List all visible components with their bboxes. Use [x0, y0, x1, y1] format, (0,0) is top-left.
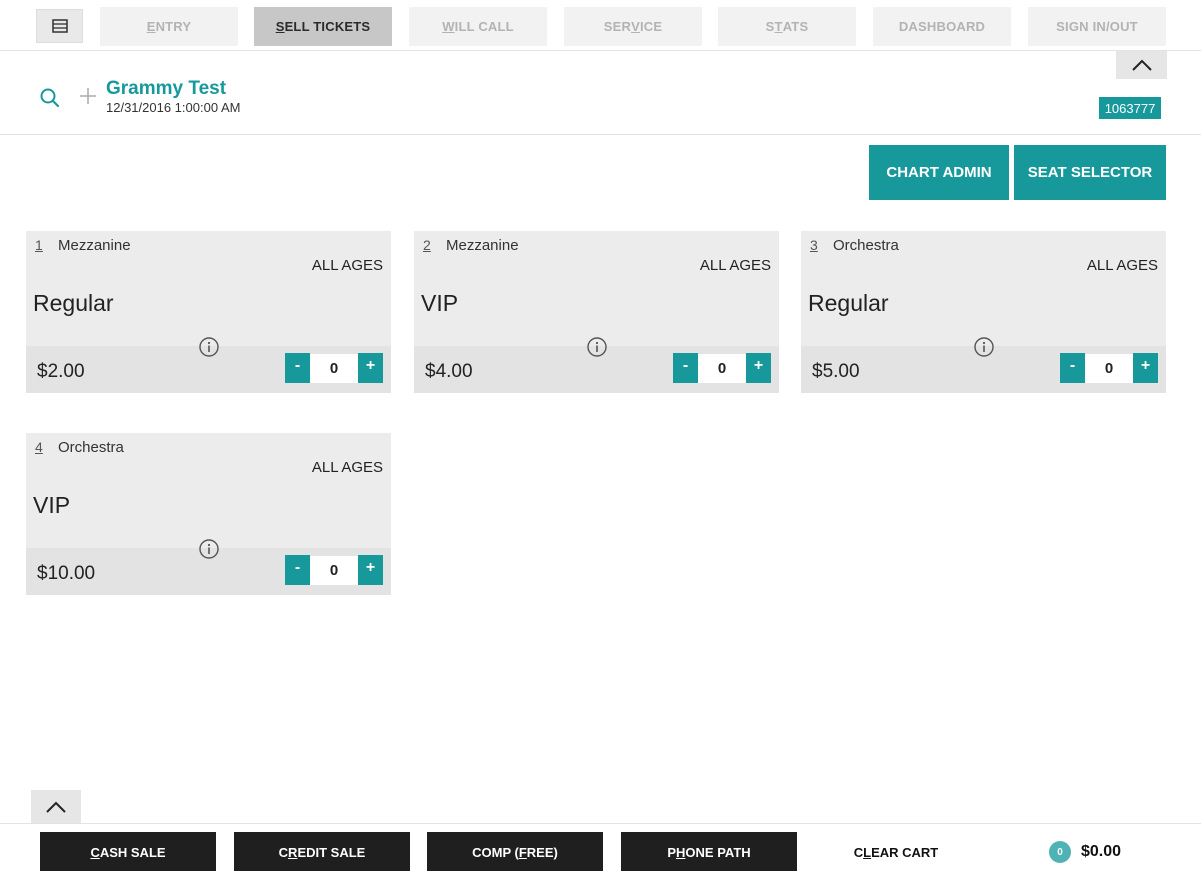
increment-button[interactable]: +	[358, 555, 383, 585]
button-label: P	[667, 844, 677, 860]
tab-hotkey: W	[442, 19, 455, 34]
cash-sale-button[interactable]: C ASH SALE	[40, 832, 216, 871]
menu-icon	[51, 19, 68, 33]
seat-selector-button[interactable]: SEAT SELECTOR	[1014, 145, 1166, 200]
button-label: ONE PATH	[685, 844, 751, 860]
ticket-number[interactable]: 2	[423, 237, 431, 253]
event-id-badge: 1063777	[1099, 97, 1161, 119]
event-title[interactable]: Grammy Test	[106, 78, 226, 100]
ticket-section: Mezzanine	[58, 237, 131, 254]
tab-label: ATS	[782, 19, 809, 34]
collapse-footer-button[interactable]	[31, 790, 81, 823]
ticket-type: Regular	[808, 290, 889, 316]
ticket-card: 1 Mezzanine ALL AGES Regular $2.00 - +	[26, 231, 391, 393]
button-label: C	[278, 844, 289, 860]
button-hotkey: C	[90, 844, 100, 860]
chevron-up-icon	[1131, 59, 1152, 71]
button-label: EAR CART	[871, 844, 939, 860]
tab-label: SER	[603, 19, 632, 34]
cart-count-badge[interactable]: 0	[1049, 841, 1071, 863]
tab-sell-tickets[interactable]: S ELL TICKETS	[254, 7, 392, 46]
ticket-price: $5.00	[812, 361, 860, 382]
top-nav: E NTRY S ELL TICKETS W ILL CALL SER V ICE STA…	[0, 0, 1201, 51]
ticket-card: 3 Orchestra ALL AGES Regular $5.00 - +	[801, 231, 1166, 393]
event-header: Grammy Test 12/31/2016 1:00:00 AM 106377…	[0, 51, 1201, 135]
tab-hotkey: V	[631, 19, 640, 34]
quantity-input[interactable]	[1085, 354, 1133, 383]
plus-icon[interactable]	[77, 85, 99, 107]
increment-button[interactable]: +	[746, 353, 771, 383]
collapse-header-button[interactable]	[1116, 51, 1167, 79]
button-label: REE)	[526, 844, 558, 860]
ticket-ages: ALL AGES	[699, 257, 771, 274]
tab-hotkey: S	[275, 19, 285, 34]
ticket-section: Orchestra	[833, 237, 899, 254]
ticket-card: 4 Orchestra ALL AGES VIP $10.00 - +	[26, 433, 391, 595]
tab-stats[interactable]: S T ATS	[718, 7, 856, 46]
tab-label: ICE	[639, 19, 663, 34]
ticket-type: VIP	[33, 492, 71, 518]
tab-label: DASHBOARD	[898, 19, 986, 34]
button-label: ASH SALE	[99, 844, 166, 860]
tab-entry[interactable]: E NTRY	[100, 7, 238, 46]
quantity-input[interactable]	[698, 354, 746, 383]
quantity-input[interactable]	[310, 354, 358, 383]
ticket-section: Mezzanine	[446, 237, 519, 254]
tab-label: ILL CALL	[454, 19, 514, 34]
tab-hotkey: T	[774, 19, 783, 34]
info-icon[interactable]	[973, 336, 995, 358]
phone-path-button[interactable]: P H ONE PATH	[621, 832, 797, 871]
button-label: C	[853, 844, 864, 860]
button-hotkey: L	[863, 844, 872, 860]
tab-label: NTRY	[155, 19, 192, 34]
ticket-ages: ALL AGES	[311, 257, 383, 274]
ticket-price: $2.00	[37, 361, 85, 382]
checkout-bar: C ASH SALE C R EDIT SALE COMP (F REE) P H ONE …	[0, 823, 1201, 871]
ticket-number[interactable]: 3	[810, 237, 818, 253]
ticket-price: $4.00	[425, 361, 473, 382]
ticket-number[interactable]: 4	[35, 439, 43, 455]
chevron-up-icon	[46, 801, 66, 813]
ticket-section: Orchestra	[58, 439, 124, 456]
increment-button[interactable]: +	[358, 353, 383, 383]
button-hotkey: R	[288, 844, 298, 860]
tab-will-call[interactable]: W ILL CALL	[409, 7, 547, 46]
menu-button[interactable]	[36, 9, 83, 43]
button-hotkey: F	[518, 844, 527, 860]
ticket-ages: ALL AGES	[1086, 257, 1158, 274]
comp-free-button[interactable]: COMP (F REE)	[427, 832, 603, 871]
chart-admin-button[interactable]: CHART ADMIN	[869, 145, 1009, 200]
tab-label: S	[765, 19, 775, 34]
button-label: EDIT SALE	[297, 844, 366, 860]
info-icon[interactable]	[198, 538, 220, 560]
button-label: COMP (	[472, 844, 519, 860]
credit-sale-button[interactable]: C R EDIT SALE	[234, 832, 410, 871]
ticket-number[interactable]: 1	[35, 237, 43, 253]
quantity-input[interactable]	[310, 556, 358, 585]
ticket-ages: ALL AGES	[311, 459, 383, 476]
tab-service[interactable]: SER V ICE	[564, 7, 702, 46]
ticket-price: $10.00	[37, 563, 96, 584]
increment-button[interactable]: +	[1133, 353, 1158, 383]
tab-dashboard[interactable]: DASHBOARD	[873, 7, 1011, 46]
search-icon[interactable]	[38, 86, 62, 110]
decrement-button[interactable]: -	[673, 353, 698, 383]
info-icon[interactable]	[586, 336, 608, 358]
ticket-card: 2 Mezzanine ALL AGES VIP $4.00 - +	[414, 231, 779, 393]
decrement-button[interactable]: -	[285, 353, 310, 383]
decrement-button[interactable]: -	[1060, 353, 1085, 383]
decrement-button[interactable]: -	[285, 555, 310, 585]
ticket-type: Regular	[33, 290, 114, 316]
tab-label: SIGN IN/OUT	[1056, 19, 1138, 34]
button-hotkey: H	[676, 844, 686, 860]
info-icon[interactable]	[198, 336, 220, 358]
cart-total[interactable]: $0.00	[1081, 843, 1121, 861]
tab-label: ELL TICKETS	[284, 19, 371, 34]
tab-sign-in-out[interactable]: SIGN IN/OUT	[1028, 7, 1166, 46]
ticket-type: VIP	[421, 290, 459, 316]
tab-hotkey: E	[146, 19, 156, 34]
clear-cart-button[interactable]: C L EAR CART	[848, 832, 944, 871]
event-datetime: 12/31/2016 1:00:00 AM	[106, 100, 241, 115]
